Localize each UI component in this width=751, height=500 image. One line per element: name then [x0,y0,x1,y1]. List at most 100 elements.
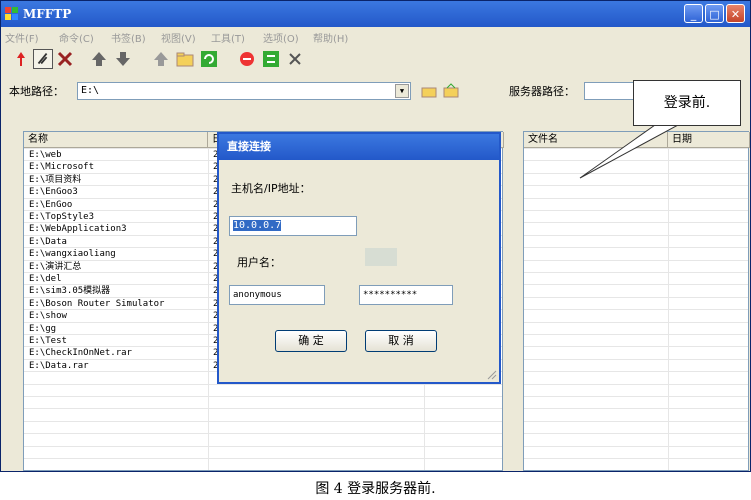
maximize-button[interactable]: □ [705,4,724,23]
quick-connect-icon[interactable] [33,49,53,69]
local-path-value: E:\ [81,85,100,96]
minimize-button[interactable]: _ [684,4,703,23]
menu-bookmark[interactable]: 书签(B) [111,30,146,45]
parent-folder-icon[interactable] [151,49,171,69]
grid-line [524,197,748,199]
grid-line [24,458,502,459]
password-field[interactable]: ********** [359,285,453,305]
grid-line [524,284,748,286]
grid-line [524,259,748,261]
menu-tools[interactable]: 工具(T) [211,30,245,45]
toolbar [1,45,750,73]
grid-line [524,272,748,273]
file-row[interactable]: E:\gg [29,324,56,335]
delete-icon[interactable] [285,49,305,69]
file-row[interactable]: E:\show [29,311,67,322]
download-icon[interactable] [113,49,133,69]
local-path-combobox[interactable]: E:\ ▼ [77,82,411,100]
file-row[interactable]: E:\del [29,274,62,285]
menu-help[interactable]: 帮助(H) [313,30,348,45]
file-row[interactable]: E:\Data [29,237,67,248]
grid-line [524,334,748,335]
grid-line [524,185,748,187]
file-row[interactable]: E:\web [29,150,62,161]
username-field[interactable]: anonymous [229,285,325,305]
folder-icon[interactable] [175,49,195,69]
file-row[interactable]: E:\Microsoft [29,162,94,173]
title-bar[interactable]: MFFTP _ □ ✕ [1,1,750,27]
grid-line [524,433,748,435]
local-path-label: 本地路径： [9,85,64,98]
menu-command[interactable]: 命令(C) [59,30,94,45]
grid-line [524,396,748,397]
chevron-down-icon[interactable]: ▼ [395,84,409,98]
menu-file[interactable]: 文件(F) [5,30,39,45]
upload-icon[interactable] [89,49,109,69]
ftp-main-window: MFFTP _ □ ✕ 文件(F) 命令(C) 书签(B) 视图(V) 工具(T… [0,0,751,472]
file-row[interactable]: E:\EnGoo3 [29,187,78,198]
file-row[interactable]: E:\wangxiaoliang [29,249,116,260]
menu-bar: 文件(F) 命令(C) 书签(B) 视图(V) 工具(T) 选项(O) 帮助(H… [1,27,750,45]
file-row[interactable]: E:\Data.rar [29,361,89,372]
grid-line [524,148,748,149]
connect-icon[interactable] [11,49,31,69]
remote-column-header-date[interactable]: 日期 [668,132,750,148]
username-label: 用户名： [237,256,281,269]
grid-line [524,234,748,236]
grid-line [524,408,748,410]
grid-line [524,222,748,224]
blurred-region [365,248,397,266]
file-row[interactable]: E:\WebApplication3 [29,224,127,235]
direct-connect-dialog: 直接连接 主机名/IP地址： 10.0.0.7 用户名： anonymous *… [217,132,501,384]
file-row[interactable]: E:\Test [29,336,67,347]
grid-line [524,445,748,447]
grid-line [24,420,502,422]
grid-line [524,160,748,162]
grid-line [524,371,748,373]
open-folder-icon[interactable] [421,83,437,99]
host-value: 10.0.0.7 [233,220,282,231]
file-row[interactable]: E:\TopStyle3 [29,212,94,223]
file-row[interactable]: E:\演讲汇总 [29,262,81,273]
column-header-name[interactable]: 名称 [24,132,208,148]
grid-line [524,309,748,311]
grid-line [24,396,502,397]
grid-line [524,383,748,385]
grid-line [524,321,748,323]
host-field[interactable]: 10.0.0.7 [229,216,357,236]
grid-line [24,445,502,447]
sync-icon[interactable] [261,49,281,69]
host-label: 主机名/IP地址： [231,182,311,195]
ok-button[interactable]: 确 定 [275,330,347,352]
remote-file-list[interactable]: 文件名 日期 [523,131,750,471]
annotation-callout: 登录前. [633,80,741,126]
refresh-icon[interactable] [199,49,219,69]
file-row[interactable]: E:\sim3.05模拟器 [29,286,110,297]
grid-line [524,420,748,422]
dialog-title: 直接连接 [219,134,499,160]
browse-folder-icon[interactable] [443,83,459,99]
file-row[interactable]: E:\项目资料 [29,175,81,186]
grid-line [24,408,502,410]
menu-view[interactable]: 视图(V) [161,30,196,45]
grid-line [524,210,748,211]
file-row[interactable]: E:\EnGoo [29,200,72,211]
server-path-label: 服务器路径： [509,85,575,98]
menu-options[interactable]: 选项(O) [263,30,299,45]
file-row[interactable]: E:\Boson Router Simulator [29,299,164,310]
resize-grip-icon[interactable] [485,368,497,380]
figure-caption: 图 4 登录服务器前. [315,481,436,497]
cancel-button[interactable]: 取 消 [365,330,437,352]
grid-line [24,433,502,435]
stop-icon[interactable] [237,49,257,69]
grid-line [524,172,748,174]
disconnect-icon[interactable] [55,49,75,69]
close-button[interactable]: ✕ [726,4,745,23]
file-row[interactable]: E:\CheckInOnNet.rar [29,348,132,359]
remote-column-header-name[interactable]: 文件名 [524,132,668,148]
grid-line [524,296,748,298]
app-icon [5,7,18,20]
grid-line [524,346,748,348]
grid-line [524,458,748,459]
window-title: MFFTP [23,7,72,21]
